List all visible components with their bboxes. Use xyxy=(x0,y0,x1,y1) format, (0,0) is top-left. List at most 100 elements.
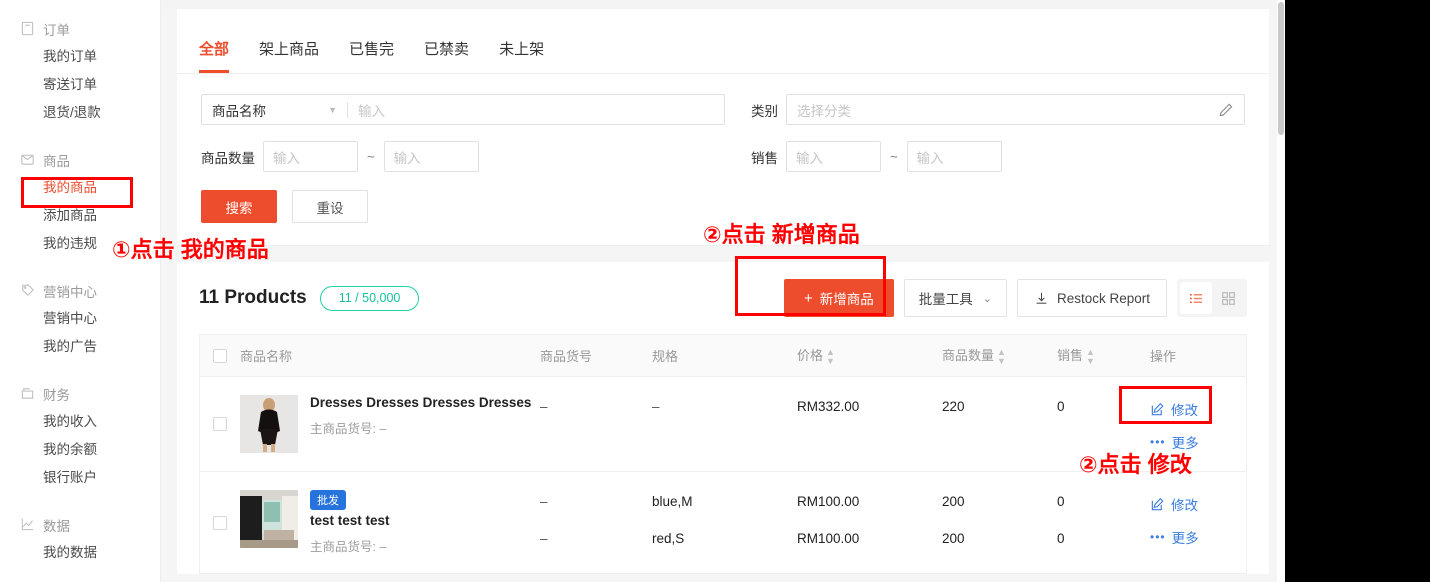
cell-price: RM332.00 xyxy=(797,377,942,471)
sort-icon[interactable]: ▲▼ xyxy=(1086,348,1095,366)
list-view-icon[interactable] xyxy=(1180,282,1212,314)
main-pane: 全部 架上商品 已售完 已禁卖 未上架 商品名称 ▼ xyxy=(161,0,1285,582)
cell-sales: 0 xyxy=(1057,509,1150,546)
restock-report-label: Restock Report xyxy=(1057,291,1150,306)
sidebar-item-bank-account[interactable]: 银行账户 xyxy=(0,464,160,492)
sidebar-group-header: 订单 xyxy=(0,14,160,43)
sales-from-input[interactable]: 输入 xyxy=(786,141,881,172)
scrollbar-thumb[interactable] xyxy=(1278,2,1284,135)
edit-action[interactable]: 修改 xyxy=(1150,494,1246,514)
app-screen: 订单 我的订单 寄送订单 退货/退款 商品 我的商品 添加商品 我的违规 xyxy=(0,0,1430,582)
column-header-qty[interactable]: 商品数量▲▼ xyxy=(942,345,1057,366)
product-count: 11 Products xyxy=(199,287,307,309)
product-thumbnail xyxy=(240,490,298,548)
sidebar-item-my-income[interactable]: 我的收入 xyxy=(0,408,160,436)
sidebar-item-my-products[interactable]: 我的商品 xyxy=(0,174,160,202)
grid-view-icon[interactable] xyxy=(1212,282,1244,314)
column-header-action: 操作 xyxy=(1150,346,1246,365)
cell-sales-variants: 0 0 xyxy=(1057,472,1150,573)
more-action[interactable]: ••• 更多 xyxy=(1150,432,1246,452)
vertical-scrollbar[interactable] xyxy=(1277,0,1285,582)
product-name[interactable]: test test test xyxy=(310,513,390,529)
qty-from-input[interactable]: 输入 xyxy=(263,141,358,172)
edit-action[interactable]: 修改 xyxy=(1150,399,1246,419)
search-field-select[interactable]: 商品名称 ▼ xyxy=(202,95,347,124)
sidebar-item-add-product[interactable]: 添加商品 xyxy=(0,202,160,230)
product-text: 批发 test test test 主商品货号: – xyxy=(310,490,390,555)
category-select[interactable]: 选择分类 xyxy=(786,94,1245,125)
row-checkbox[interactable] xyxy=(200,377,240,471)
top-strip xyxy=(161,0,1285,9)
product-thumbnail xyxy=(240,395,298,453)
cell-sku-variants: – – xyxy=(540,472,652,573)
filter-sales-group: 销售 输入 ~ 输入 xyxy=(751,141,1245,172)
sales-to-input[interactable]: 输入 xyxy=(907,141,1002,172)
bulk-tools-button[interactable]: 批量工具 ⌄ xyxy=(904,279,1007,317)
column-header-sales[interactable]: 销售▲▼ xyxy=(1057,345,1150,366)
product-name[interactable]: Dresses Dresses Dresses Dresses xyxy=(310,395,531,411)
reset-button[interactable]: 重设 xyxy=(292,190,368,223)
bulk-tools-label: 批量工具 xyxy=(919,288,973,308)
tabs-card: 全部 架上商品 已售完 已禁卖 未上架 商品名称 ▼ xyxy=(177,9,1269,246)
sidebar-item-my-data[interactable]: 我的数据 xyxy=(0,539,160,567)
pencil-icon[interactable] xyxy=(1218,102,1234,118)
cell-qty: 200 xyxy=(942,472,1057,509)
sidebar-item-returns-refunds[interactable]: 退货/退款 xyxy=(0,99,160,127)
product-list-card: 11 Products 11 / 50,000 + 新增商品 批量工具 ⌄ xyxy=(177,262,1269,574)
select-all-checkbox[interactable] xyxy=(200,349,240,363)
more-label: 更多 xyxy=(1172,432,1199,452)
product-name-search[interactable]: 商品名称 ▼ 输入 xyxy=(201,94,725,125)
cell-sku: – xyxy=(540,472,652,509)
sidebar-group-marketing: 营销中心 营销中心 我的广告 xyxy=(0,276,160,361)
tab-unlisted[interactable]: 未上架 xyxy=(499,38,544,73)
sidebar-group-label: 商品 xyxy=(43,150,70,170)
cell-actions: 修改 ••• 更多 xyxy=(1150,377,1246,471)
ellipsis-icon: ••• xyxy=(1150,530,1166,544)
sidebar-group-header: 财务 xyxy=(0,379,160,408)
sort-icon[interactable]: ▲▼ xyxy=(997,348,1006,366)
column-header-name: 商品名称 xyxy=(240,346,540,365)
sidebar-group-products: 商品 我的商品 添加商品 我的违规 xyxy=(0,145,160,258)
cell-qty: 200 xyxy=(942,509,1057,546)
sidebar-item-my-ads[interactable]: 我的广告 xyxy=(0,333,160,361)
product-sku: 主商品货号: – xyxy=(310,536,390,555)
edit-icon xyxy=(1150,497,1165,512)
cell-qty: 220 xyxy=(942,377,1057,471)
filter-row-1: 商品名称 ▼ 输入 类别 选择分类 xyxy=(201,94,1245,125)
table-row: Dresses Dresses Dresses Dresses 主商品货号: –… xyxy=(199,377,1247,472)
row-checkbox[interactable] xyxy=(200,472,240,573)
search-button[interactable]: 搜索 xyxy=(201,190,277,223)
column-header-sales-label: 销售 xyxy=(1057,348,1083,363)
sidebar-group-header: 营销中心 xyxy=(0,276,160,305)
product-sku: 主商品货号: – xyxy=(310,418,531,437)
product-info: 批发 test test test 主商品货号: – xyxy=(240,472,540,573)
tab-bar: 全部 架上商品 已售完 已禁卖 未上架 xyxy=(177,9,1269,74)
tab-on-shelf[interactable]: 架上商品 xyxy=(259,38,319,73)
filter-panel: 商品名称 ▼ 输入 类别 选择分类 xyxy=(177,74,1269,172)
search-keyword-input[interactable]: 输入 xyxy=(348,100,724,120)
restock-report-button[interactable]: Restock Report xyxy=(1017,279,1167,317)
sidebar-item-marketing-center[interactable]: 营销中心 xyxy=(0,305,160,333)
tab-sold-out[interactable]: 已售完 xyxy=(349,38,394,73)
divider xyxy=(0,496,160,510)
tab-all[interactable]: 全部 xyxy=(199,38,229,73)
sidebar-item-shipping-orders[interactable]: 寄送订单 xyxy=(0,71,160,99)
cell-price: RM100.00 xyxy=(797,472,942,509)
tab-banned[interactable]: 已禁卖 xyxy=(424,38,469,73)
product-cell: 批发 test test test 主商品货号: – xyxy=(240,472,540,573)
sidebar-item-my-balance[interactable]: 我的余额 xyxy=(0,436,160,464)
sidebar-item-my-orders[interactable]: 我的订单 xyxy=(0,43,160,71)
category-placeholder: 选择分类 xyxy=(797,100,851,120)
cell-sales: 0 xyxy=(1057,472,1150,509)
sort-icon[interactable]: ▲▼ xyxy=(826,348,835,366)
cell-actions: 修改 ••• 更多 xyxy=(1150,472,1246,573)
sidebar-item-my-violations[interactable]: 我的违规 xyxy=(0,230,160,258)
qty-to-input[interactable]: 输入 xyxy=(384,141,479,172)
add-product-button[interactable]: + 新增商品 xyxy=(784,279,894,317)
more-action[interactable]: ••• 更多 xyxy=(1150,527,1246,547)
column-header-price[interactable]: 价格▲▼ xyxy=(797,345,942,366)
sales-label: 销售 xyxy=(751,147,778,167)
wholesale-badge: 批发 xyxy=(310,490,346,510)
column-header-qty-label: 商品数量 xyxy=(942,348,994,363)
tag-icon xyxy=(20,283,35,298)
